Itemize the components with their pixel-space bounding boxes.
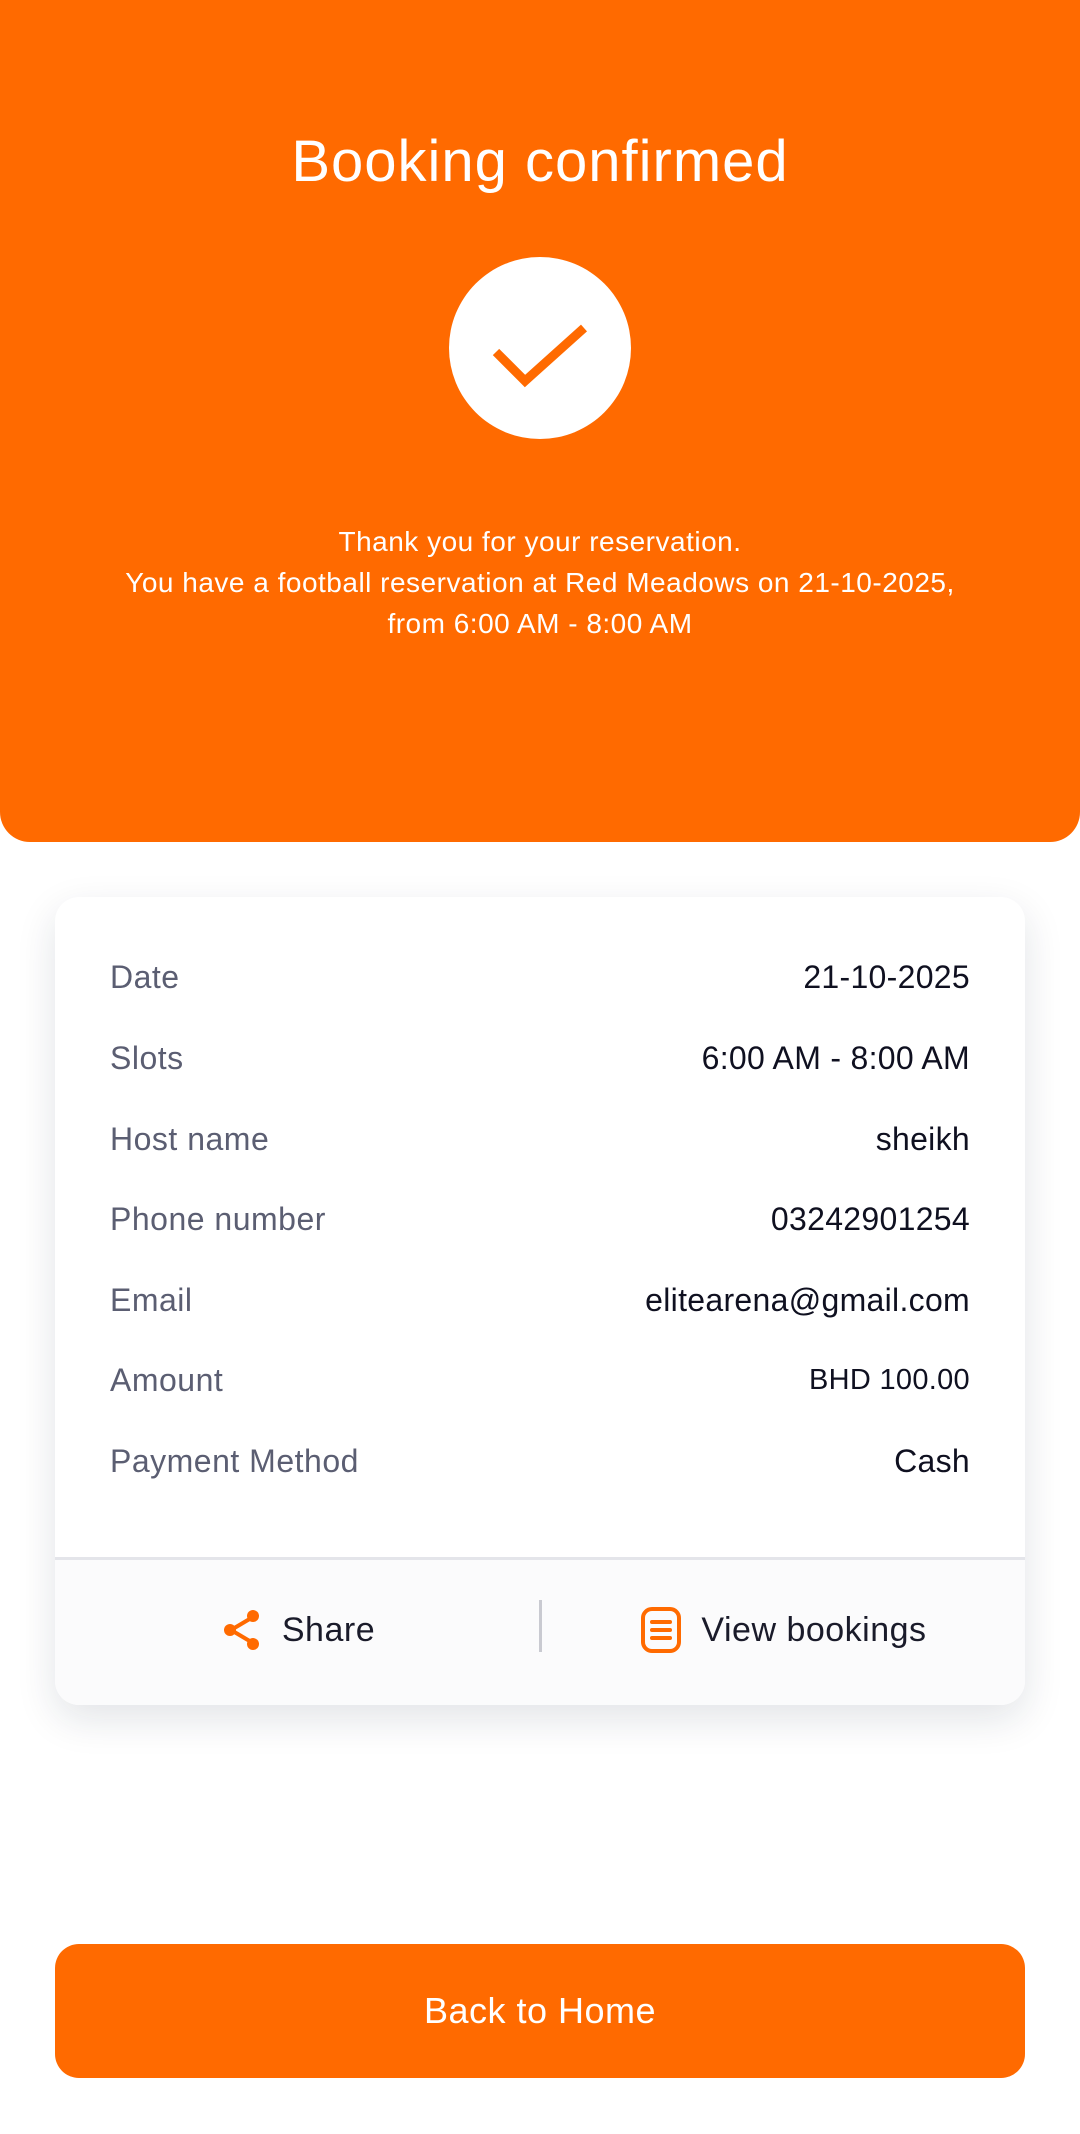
page-title: Booking confirmed xyxy=(291,129,789,194)
detail-value: 6:00 AM - 8:00 AM xyxy=(701,1039,970,1076)
detail-row-email: Email elitearena@gmail.com xyxy=(110,1275,970,1325)
detail-value: 21-10-2025 xyxy=(803,958,970,995)
detail-label: Slots xyxy=(110,1039,184,1076)
detail-label: Host name xyxy=(110,1120,270,1157)
detail-value: elitearena@gmail.com xyxy=(645,1281,970,1318)
success-badge xyxy=(449,257,631,439)
confirmation-header: Booking confirmed Thank you for your res… xyxy=(0,0,1080,842)
detail-row-host-name: Host name sheikh xyxy=(110,1114,970,1164)
document-list-icon xyxy=(641,1607,682,1653)
detail-label: Date xyxy=(110,958,180,995)
detail-value: 03242901254 xyxy=(770,1200,970,1237)
message-line-time: from 6:00 AM - 8:00 AM xyxy=(387,608,693,639)
share-icon xyxy=(223,1610,259,1650)
confirmation-message: Thank you for your reservation. You have… xyxy=(40,521,1040,644)
details-list: Date 21-10-2025 Slots 6:00 AM - 8:00 AM … xyxy=(55,897,1025,1557)
checkmark-icon xyxy=(492,324,588,388)
booking-details-card: Date 21-10-2025 Slots 6:00 AM - 8:00 AM … xyxy=(55,897,1025,1705)
detail-value: sheikh xyxy=(875,1120,970,1157)
detail-row-payment-method: Payment Method Cash xyxy=(110,1436,970,1486)
card-actions: Share View bookings xyxy=(55,1560,1025,1705)
detail-label: Amount xyxy=(110,1361,224,1398)
detail-row-date: Date 21-10-2025 xyxy=(110,952,970,1002)
detail-row-phone-number: Phone number 03242901254 xyxy=(110,1194,970,1244)
view-bookings-label: View bookings xyxy=(701,1610,927,1649)
detail-label: Payment Method xyxy=(110,1442,359,1479)
share-button[interactable]: Share xyxy=(55,1560,540,1700)
message-line-thanks: Thank you for your reservation. xyxy=(338,526,742,557)
detail-row-slots: Slots 6:00 AM - 8:00 AM xyxy=(110,1033,970,1083)
share-label: Share xyxy=(281,1610,376,1649)
detail-value: Cash xyxy=(894,1442,970,1479)
detail-label: Phone number xyxy=(110,1200,326,1237)
detail-row-amount: Amount BHD 100.00 xyxy=(110,1355,970,1405)
view-bookings-button[interactable]: View bookings xyxy=(541,1560,1025,1700)
message-line-reservation: You have a football reservation at Red M… xyxy=(125,567,955,598)
detail-label: Email xyxy=(110,1281,193,1318)
back-to-home-button[interactable]: Back to Home xyxy=(55,1944,1025,2078)
detail-value: BHD 100.00 xyxy=(809,1363,970,1396)
